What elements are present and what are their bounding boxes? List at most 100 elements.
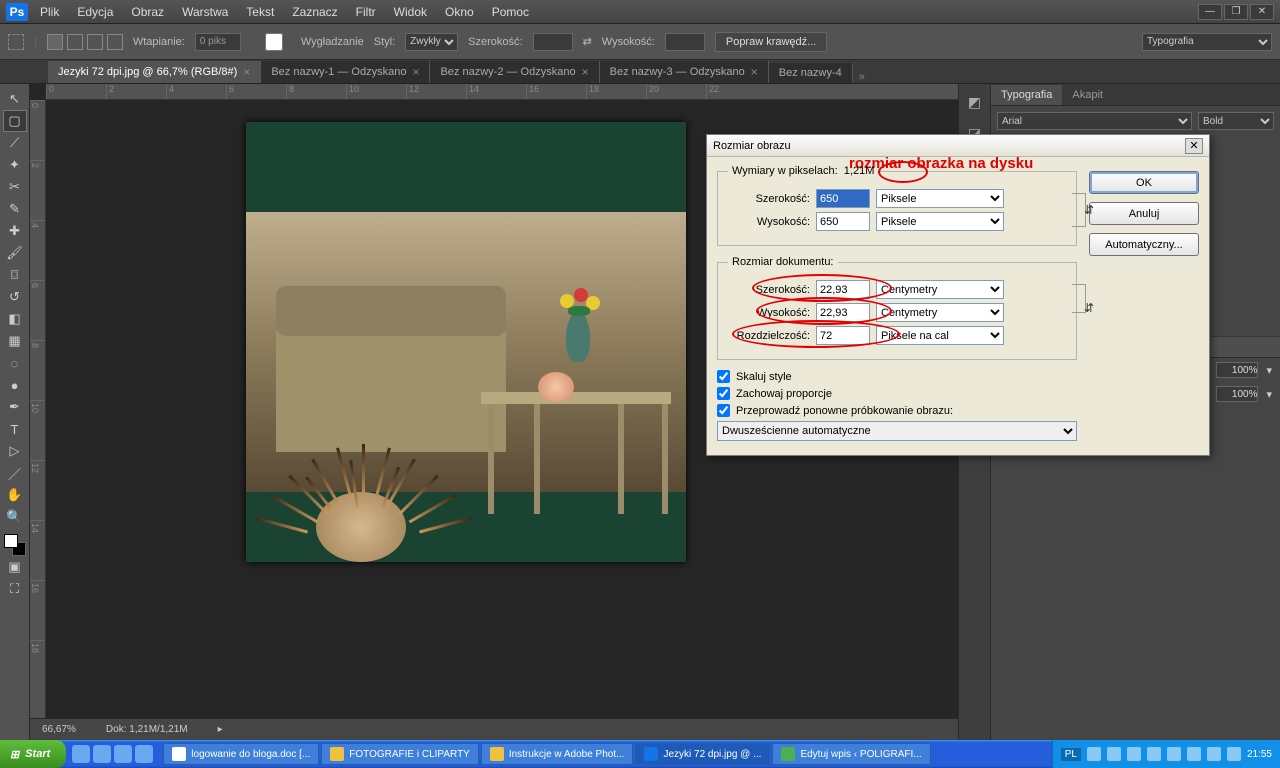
history-brush-icon[interactable]: ↺ bbox=[3, 286, 27, 308]
tray-icon[interactable] bbox=[1127, 747, 1141, 761]
tab-akapit[interactable]: Akapit bbox=[1062, 85, 1113, 105]
doc-tab-2[interactable]: Bez nazwy-2 — Odzyskano× bbox=[430, 61, 599, 83]
taskbar-item[interactable]: Jezyki 72 dpi.jpg @ ... bbox=[635, 743, 770, 765]
tool-preset-icon[interactable] bbox=[8, 34, 24, 50]
menu-tekst[interactable]: Tekst bbox=[246, 5, 274, 19]
marquee-tool-icon[interactable]: ▢ bbox=[3, 110, 27, 132]
fill-input[interactable] bbox=[1216, 386, 1258, 402]
tray-icon[interactable] bbox=[1187, 747, 1201, 761]
tray-icon[interactable] bbox=[1167, 747, 1181, 761]
app-restore-button[interactable]: ❐ bbox=[1224, 4, 1248, 20]
sel-new-icon[interactable] bbox=[47, 34, 63, 50]
tray-icon[interactable] bbox=[1087, 747, 1101, 761]
feather-input[interactable] bbox=[195, 33, 241, 51]
opacity-input[interactable] bbox=[1216, 362, 1258, 378]
move-tool-icon[interactable]: ↖ bbox=[3, 88, 27, 110]
link-icon[interactable]: ⇵ bbox=[1084, 203, 1094, 217]
dialog-close-button[interactable]: ✕ bbox=[1185, 138, 1203, 154]
resolution-input[interactable] bbox=[816, 326, 870, 345]
resample-method-select[interactable]: Dwusześcienne automatyczne bbox=[717, 421, 1077, 441]
shape-tool-icon[interactable]: ／ bbox=[3, 462, 27, 484]
brush-tool-icon[interactable]: 🖌 bbox=[3, 242, 27, 264]
font-weight-select[interactable]: Bold bbox=[1198, 112, 1274, 130]
stamp-tool-icon[interactable]: ⌼ bbox=[3, 264, 27, 286]
hand-tool-icon[interactable]: ✋ bbox=[3, 484, 27, 506]
status-menu-icon[interactable]: ▸ bbox=[218, 724, 223, 735]
pen-tool-icon[interactable]: ✒ bbox=[3, 396, 27, 418]
app-minimize-button[interactable]: — bbox=[1198, 4, 1222, 20]
doc-height-input[interactable] bbox=[816, 303, 870, 322]
close-icon[interactable]: × bbox=[412, 65, 419, 79]
height-input[interactable] bbox=[665, 33, 705, 51]
lang-indicator[interactable]: PL bbox=[1061, 748, 1081, 761]
cancel-button[interactable]: Anuluj bbox=[1089, 202, 1199, 225]
doc-width-unit[interactable]: Centymetry bbox=[876, 280, 1004, 299]
sel-add-icon[interactable] bbox=[67, 34, 83, 50]
taskbar-item[interactable]: Instrukcje w Adobe Phot... bbox=[481, 743, 634, 765]
doc-height-unit[interactable]: Centymetry bbox=[876, 303, 1004, 322]
font-family-select[interactable]: Arial bbox=[997, 112, 1192, 130]
color-swatch[interactable] bbox=[4, 534, 26, 556]
menu-filtr[interactable]: Filtr bbox=[356, 5, 376, 19]
refine-edge-button[interactable]: Popraw krawędź... bbox=[715, 32, 827, 52]
screenmode-icon[interactable]: ⛶ bbox=[3, 578, 27, 600]
tray-icon[interactable] bbox=[1107, 747, 1121, 761]
px-width-input[interactable] bbox=[816, 189, 870, 208]
link-icon[interactable]: ⇵ bbox=[1084, 301, 1094, 315]
doc-tab-0[interactable]: Jezyki 72 dpi.jpg @ 66,7% (RGB/8#)× bbox=[48, 61, 261, 83]
taskbar-item[interactable]: logowanie do bloga.doc [... bbox=[163, 743, 319, 765]
menu-obraz[interactable]: Obraz bbox=[131, 5, 164, 19]
wand-tool-icon[interactable]: ✦ bbox=[3, 154, 27, 176]
gradient-tool-icon[interactable]: ▦ bbox=[3, 330, 27, 352]
taskbar-item[interactable]: FOTOGRAFIE i CLIPARTY bbox=[321, 743, 479, 765]
start-button[interactable]: ⊞Start bbox=[0, 740, 66, 768]
eyedropper-tool-icon[interactable]: ✎ bbox=[3, 198, 27, 220]
menu-zaznacz[interactable]: Zaznacz bbox=[292, 5, 337, 19]
menu-okno[interactable]: Okno bbox=[445, 5, 474, 19]
style-select[interactable]: Zwykły bbox=[405, 33, 458, 51]
blur-tool-icon[interactable]: ◌ bbox=[3, 352, 27, 374]
type-tool-icon[interactable]: T bbox=[3, 418, 27, 440]
eraser-tool-icon[interactable]: ◧ bbox=[3, 308, 27, 330]
ql-icon[interactable] bbox=[135, 745, 153, 763]
doc-tab-3[interactable]: Bez nazwy-3 — Odzyskano× bbox=[600, 61, 769, 83]
clock[interactable]: 21:55 bbox=[1247, 749, 1272, 760]
lasso-tool-icon[interactable]: ⟋ bbox=[3, 132, 27, 154]
ql-icon[interactable] bbox=[93, 745, 111, 763]
path-select-icon[interactable]: ▷ bbox=[3, 440, 27, 462]
panel-icon[interactable]: ◩ bbox=[968, 94, 981, 111]
heal-tool-icon[interactable]: ✚ bbox=[3, 220, 27, 242]
workspace-select[interactable]: Typografia bbox=[1142, 33, 1272, 51]
ql-icon[interactable] bbox=[72, 745, 90, 763]
tray-icon[interactable] bbox=[1147, 747, 1161, 761]
auto-button[interactable]: Automatyczny... bbox=[1089, 233, 1199, 256]
tab-overflow-icon[interactable]: » bbox=[859, 71, 865, 83]
close-icon[interactable]: × bbox=[582, 65, 589, 79]
px-height-unit[interactable]: Piksele bbox=[876, 212, 1004, 231]
ok-button[interactable]: OK bbox=[1089, 171, 1199, 194]
close-icon[interactable]: × bbox=[243, 65, 250, 79]
doc-tab-1[interactable]: Bez nazwy-1 — Odzyskano× bbox=[261, 61, 430, 83]
canvas[interactable] bbox=[246, 122, 686, 562]
resample-checkbox[interactable] bbox=[717, 404, 730, 417]
scale-styles-checkbox[interactable] bbox=[717, 370, 730, 383]
crop-tool-icon[interactable]: ✂ bbox=[3, 176, 27, 198]
ql-icon[interactable] bbox=[114, 745, 132, 763]
menu-plik[interactable]: Plik bbox=[40, 5, 59, 19]
app-close-button[interactable]: ✕ bbox=[1250, 4, 1274, 20]
menu-edycja[interactable]: Edycja bbox=[77, 5, 113, 19]
taskbar-item[interactable]: Edytuj wpis ‹ POLIGRAFI... bbox=[772, 743, 930, 765]
px-width-unit[interactable]: Piksele bbox=[876, 189, 1004, 208]
close-icon[interactable]: × bbox=[751, 65, 758, 79]
tray-icon[interactable] bbox=[1207, 747, 1221, 761]
quickmask-icon[interactable]: ▣ bbox=[3, 556, 27, 578]
doc-width-input[interactable] bbox=[816, 280, 870, 299]
dodge-tool-icon[interactable]: ● bbox=[3, 374, 27, 396]
dialog-titlebar[interactable]: Rozmiar obrazu ✕ bbox=[707, 135, 1209, 157]
zoom-tool-icon[interactable]: 🔍 bbox=[3, 506, 27, 528]
sel-int-icon[interactable] bbox=[107, 34, 123, 50]
px-height-input[interactable] bbox=[816, 212, 870, 231]
doc-tab-4[interactable]: Bez nazwy-4 bbox=[769, 63, 853, 83]
antialias-checkbox[interactable] bbox=[251, 33, 297, 51]
resolution-unit[interactable]: Piksele na cal bbox=[876, 326, 1004, 345]
